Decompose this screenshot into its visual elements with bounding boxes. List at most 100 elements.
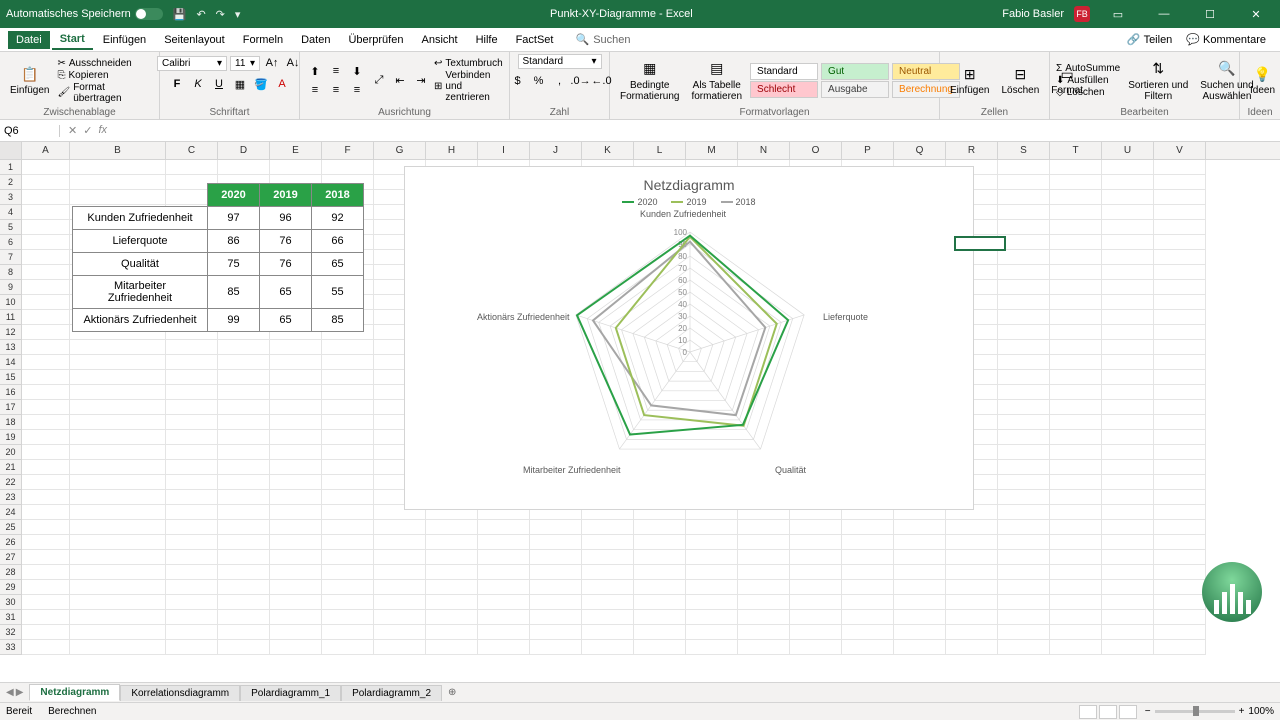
grid-cell[interactable] xyxy=(634,640,686,655)
grid-cell[interactable] xyxy=(1102,610,1154,625)
grid-cell[interactable] xyxy=(270,385,322,400)
grid-cell[interactable] xyxy=(70,505,166,520)
grid-cell[interactable] xyxy=(686,565,738,580)
cut-button[interactable]: ✂Ausschneiden xyxy=(57,58,153,69)
grid-cell[interactable] xyxy=(1102,160,1154,175)
grid-cell[interactable] xyxy=(634,625,686,640)
grid-cell[interactable] xyxy=(70,160,166,175)
ideas-button[interactable]: 💡Ideen xyxy=(1246,63,1279,98)
name-box[interactable]: Q6 xyxy=(0,125,60,137)
grid-cell[interactable] xyxy=(1154,475,1206,490)
grid-cell[interactable] xyxy=(998,565,1050,580)
grid-cell[interactable] xyxy=(998,310,1050,325)
format-table-button[interactable]: ▤Als Tabelle formatieren xyxy=(687,58,746,104)
grid-cell[interactable] xyxy=(1102,565,1154,580)
grid-cell[interactable] xyxy=(998,250,1050,265)
underline-icon[interactable]: U xyxy=(210,75,228,93)
grid-cell[interactable] xyxy=(166,505,218,520)
grid-cell[interactable] xyxy=(22,310,70,325)
year-header-2018[interactable]: 2018 xyxy=(312,184,364,207)
grid-cell[interactable] xyxy=(270,475,322,490)
grid-cell[interactable] xyxy=(1050,250,1102,265)
grid-cell[interactable] xyxy=(218,490,270,505)
grid-cell[interactable] xyxy=(166,565,218,580)
cell-value[interactable]: 99 xyxy=(208,309,260,332)
grid-cell[interactable] xyxy=(426,550,478,565)
cell-value[interactable]: 97 xyxy=(208,207,260,230)
grid-cell[interactable] xyxy=(218,625,270,640)
grid-cell[interactable] xyxy=(1102,280,1154,295)
grid-cell[interactable] xyxy=(1050,280,1102,295)
share-button[interactable]: 🔗Teilen xyxy=(1121,30,1178,49)
grid-cell[interactable] xyxy=(218,595,270,610)
grid-cell[interactable] xyxy=(1050,325,1102,340)
grid-cell[interactable] xyxy=(322,430,374,445)
grid-cell[interactable] xyxy=(634,595,686,610)
inc-decimal-icon[interactable]: .0→ xyxy=(572,72,590,90)
column-header[interactable]: L xyxy=(634,142,686,159)
orientation-icon[interactable]: ⤢ xyxy=(370,72,388,90)
column-header[interactable]: G xyxy=(374,142,426,159)
row-header[interactable]: 6 xyxy=(0,235,22,250)
sheet-tab-polar2[interactable]: Polardiagramm_2 xyxy=(341,685,442,701)
grid-cell[interactable] xyxy=(946,565,998,580)
autosave-toggle[interactable]: Automatisches Speichern xyxy=(6,8,163,20)
grid-cell[interactable] xyxy=(634,520,686,535)
grid-cell[interactable] xyxy=(22,625,70,640)
grid-cell[interactable] xyxy=(998,415,1050,430)
grid-cell[interactable] xyxy=(790,520,842,535)
grid-cell[interactable] xyxy=(322,520,374,535)
grid-cell[interactable] xyxy=(998,535,1050,550)
grid-cell[interactable] xyxy=(22,265,70,280)
grid-cell[interactable] xyxy=(998,520,1050,535)
grid-cell[interactable] xyxy=(894,580,946,595)
grid-cell[interactable] xyxy=(842,565,894,580)
grid-cell[interactable] xyxy=(70,400,166,415)
grid-cell[interactable] xyxy=(322,385,374,400)
grid-cell[interactable] xyxy=(322,460,374,475)
maximize-icon[interactable]: ☐ xyxy=(1192,8,1228,21)
grid-cell[interactable] xyxy=(1154,625,1206,640)
next-sheet-icon[interactable]: ▶ xyxy=(16,687,24,698)
grid-cell[interactable] xyxy=(1154,355,1206,370)
selected-cell[interactable] xyxy=(954,236,1006,251)
delete-cells-button[interactable]: ⊟Löschen xyxy=(997,63,1043,98)
cell-value[interactable]: 55 xyxy=(312,276,364,309)
grid-cell[interactable] xyxy=(686,550,738,565)
column-header[interactable]: V xyxy=(1154,142,1206,159)
grid-cell[interactable] xyxy=(686,580,738,595)
grid-cell[interactable] xyxy=(270,370,322,385)
grid-cell[interactable] xyxy=(374,520,426,535)
grid-cell[interactable] xyxy=(842,625,894,640)
grid-cell[interactable] xyxy=(478,625,530,640)
row-header[interactable]: 12 xyxy=(0,325,22,340)
row-header[interactable]: 18 xyxy=(0,415,22,430)
grid-cell[interactable] xyxy=(322,160,374,175)
cell-value[interactable]: 85 xyxy=(208,276,260,309)
font-color-icon[interactable]: A xyxy=(273,75,291,93)
grid-cell[interactable] xyxy=(1102,355,1154,370)
cond-format-button[interactable]: ▦Bedingte Formatierung xyxy=(616,58,683,104)
grid-cell[interactable] xyxy=(1050,625,1102,640)
grid-cell[interactable] xyxy=(322,565,374,580)
grid-cell[interactable] xyxy=(22,505,70,520)
grid-cell[interactable] xyxy=(582,580,634,595)
grid-cell[interactable] xyxy=(322,475,374,490)
cell-value[interactable]: 86 xyxy=(208,230,260,253)
cell-value[interactable]: 76 xyxy=(260,253,312,276)
grid-cell[interactable] xyxy=(22,580,70,595)
row-header[interactable]: 13 xyxy=(0,340,22,355)
grid-cell[interactable] xyxy=(166,400,218,415)
grid-cell[interactable] xyxy=(426,595,478,610)
grid-cell[interactable] xyxy=(70,475,166,490)
grid-cell[interactable] xyxy=(1102,340,1154,355)
grid-cell[interactable] xyxy=(22,355,70,370)
grid-cell[interactable] xyxy=(166,385,218,400)
grid-cell[interactable] xyxy=(998,550,1050,565)
row-header[interactable]: 22 xyxy=(0,475,22,490)
grid-cell[interactable] xyxy=(22,340,70,355)
row-header[interactable]: 17 xyxy=(0,400,22,415)
grid-cell[interactable] xyxy=(894,535,946,550)
grid-cell[interactable] xyxy=(1102,175,1154,190)
grid-cell[interactable] xyxy=(738,625,790,640)
